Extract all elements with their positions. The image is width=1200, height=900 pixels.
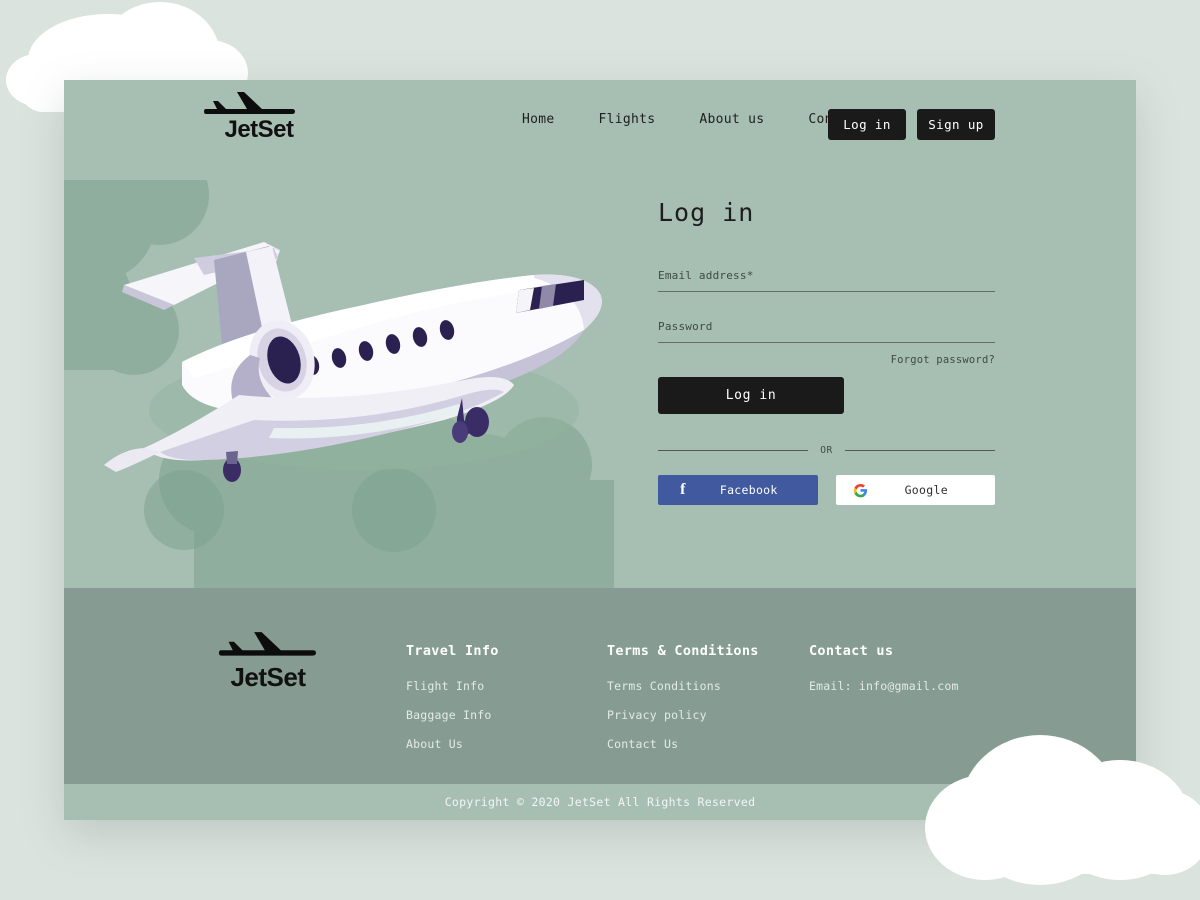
foreground-clouds	[0, 0, 1200, 900]
cloud-shape	[935, 812, 1200, 874]
